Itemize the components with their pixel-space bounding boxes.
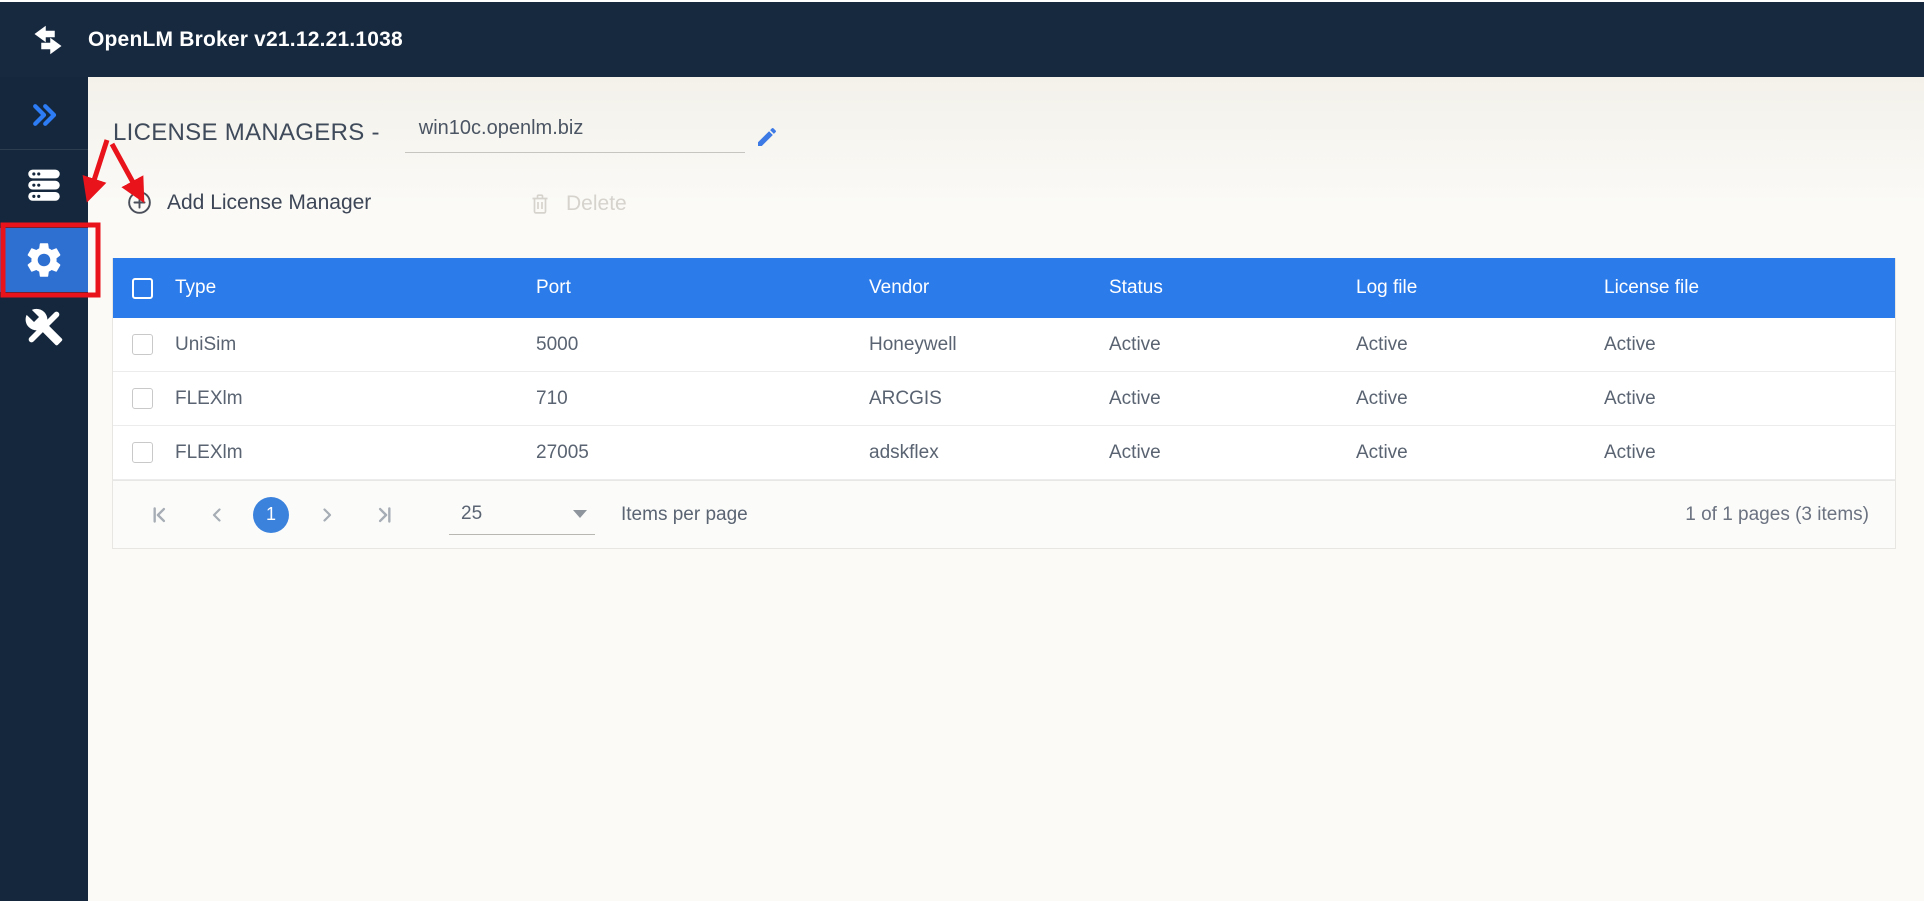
cell-status: Active [1109, 441, 1161, 463]
sidebar-item-tools[interactable] [0, 292, 88, 362]
previous-page-button[interactable] [197, 495, 237, 535]
chevron-right-icon [323, 507, 332, 522]
cell-port: 27005 [536, 441, 589, 463]
column-header-log-file[interactable]: Log file [1342, 277, 1590, 299]
first-page-button[interactable] [139, 495, 179, 535]
last-page-icon [378, 506, 391, 523]
pencil-icon[interactable] [755, 125, 779, 149]
current-page-button[interactable]: 1 [253, 496, 289, 533]
cell-license-file: Active [1604, 387, 1656, 409]
column-header-status[interactable]: Status [1095, 277, 1342, 299]
cell-status: Active [1109, 387, 1161, 409]
table-row[interactable]: UniSim 5000 Honeywell Active Active Acti… [113, 318, 1895, 372]
chevron-left-icon [212, 507, 221, 522]
trash-icon [532, 194, 548, 214]
circle-plus-icon [128, 191, 151, 214]
cell-license-file: Active [1604, 333, 1656, 355]
column-header-vendor[interactable]: Vendor [855, 277, 1095, 299]
add-license-manager-label: Add License Manager [167, 190, 372, 214]
app-title: OpenLM Broker v21.12.21.1038 [88, 27, 403, 51]
top-bar: OpenLM Broker v21.12.21.1038 [0, 0, 1924, 77]
last-page-button[interactable] [365, 495, 405, 535]
column-header-port[interactable]: Port [522, 277, 855, 299]
cell-status: Active [1109, 333, 1161, 355]
main-content: LICENSE MANAGERS - win10c.openlm.biz Add… [88, 77, 1924, 901]
select-all-checkbox[interactable] [131, 277, 153, 299]
servers-icon [28, 169, 60, 201]
page-summary: 1 of 1 pages (3 items) [1685, 503, 1869, 525]
sidebar-item-settings[interactable] [0, 228, 88, 292]
items-per-page-value: 25 [461, 503, 483, 524]
next-page-button[interactable] [307, 495, 347, 535]
page-title: LICENSE MANAGERS - [113, 119, 380, 146]
hostname-field[interactable]: win10c.openlm.biz [404, 117, 745, 153]
cell-log-file: Active [1356, 387, 1408, 409]
cell-type: UniSim [175, 333, 237, 355]
license-managers-table: Type Port Vendor Status Log file License… [112, 258, 1896, 549]
pagination-bar: 1 25 Items per page 1 of 1 pages (3 item… [113, 480, 1895, 548]
row-checkbox[interactable] [131, 334, 153, 355]
gear-icon [27, 243, 61, 277]
cell-log-file: Active [1356, 441, 1408, 463]
row-checkbox[interactable] [131, 388, 153, 409]
heading-row: LICENSE MANAGERS - win10c.openlm.biz [113, 111, 779, 153]
table-toolbar: Add License Manager Delete [88, 189, 1924, 233]
sidebar-item-license-servers[interactable] [0, 150, 88, 220]
sidebar [0, 77, 88, 901]
column-header-license-file[interactable]: License file [1590, 277, 1895, 299]
table-row[interactable]: FLEXlm 710 ARCGIS Active Active Active [113, 372, 1895, 426]
double-chevron-right-icon [33, 103, 57, 126]
cell-type: FLEXlm [175, 441, 243, 463]
tools-icon [25, 308, 63, 346]
cell-vendor: Honeywell [869, 333, 957, 355]
first-page-icon [153, 506, 166, 523]
cell-log-file: Active [1356, 333, 1408, 355]
cell-port: 5000 [536, 333, 579, 355]
items-per-page-label: Items per page [621, 503, 748, 525]
cell-vendor: ARCGIS [869, 387, 942, 409]
cell-type: FLEXlm [175, 387, 243, 409]
cell-port: 710 [536, 387, 568, 409]
row-checkbox[interactable] [131, 442, 153, 463]
column-header-type[interactable]: Type [161, 277, 522, 299]
delete-label: Delete [566, 192, 627, 215]
cell-vendor: adskflex [869, 441, 939, 463]
add-license-manager-button[interactable]: Add License Manager [126, 189, 371, 216]
cell-license-file: Active [1604, 441, 1656, 463]
chevron-down-icon [573, 510, 587, 518]
table-header-row: Type Port Vendor Status Log file License… [113, 258, 1895, 318]
table-row[interactable]: FLEXlm 27005 adskflex Active Active Acti… [113, 426, 1895, 480]
sidebar-item-expand[interactable] [0, 80, 88, 150]
items-per-page-select[interactable]: 25 [449, 495, 595, 535]
openlm-logo-icon [34, 25, 62, 54]
delete-button[interactable]: Delete [528, 191, 627, 217]
